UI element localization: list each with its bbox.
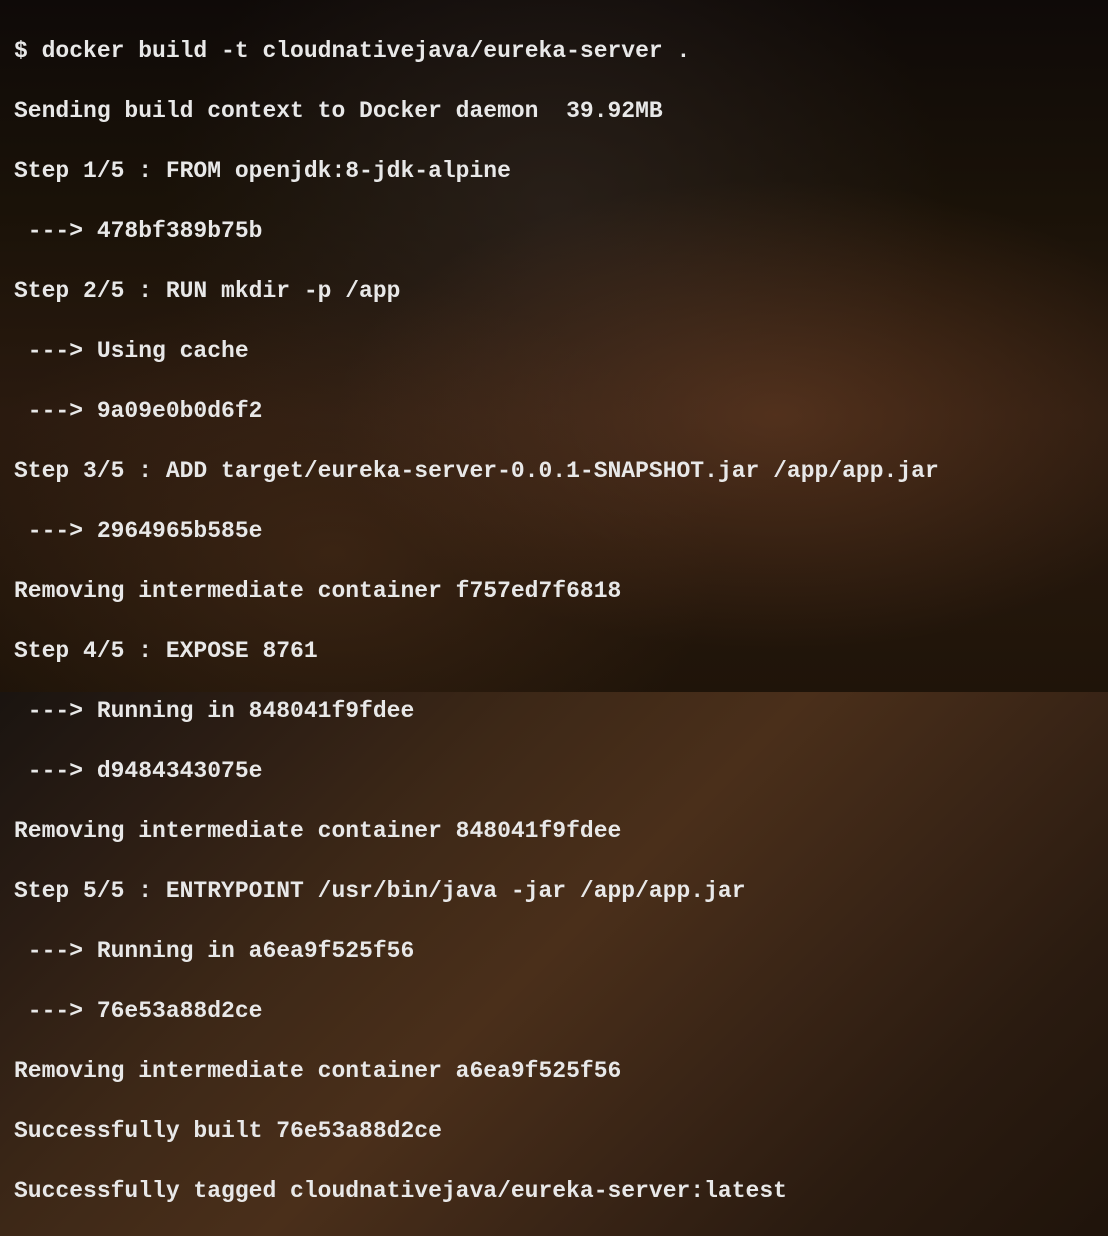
terminal-output: $ docker build -t cloudnativejava/eureka… — [14, 6, 1094, 1236]
output-line: Step 1/5 : FROM openjdk:8-jdk-alpine — [14, 156, 1094, 186]
output-line: Removing intermediate container a6ea9f52… — [14, 1056, 1094, 1086]
output-line: Step 3/5 : ADD target/eureka-server-0.0.… — [14, 456, 1094, 486]
output-line: ---> 478bf389b75b — [14, 216, 1094, 246]
command-line[interactable]: $ docker build -t cloudnativejava/eureka… — [14, 36, 1094, 66]
output-line: ---> 2964965b585e — [14, 516, 1094, 546]
output-line: ---> 9a09e0b0d6f2 — [14, 396, 1094, 426]
output-line: ---> Running in 848041f9fdee — [14, 696, 1094, 726]
command-text: docker build -t cloudnativejava/eureka-s… — [42, 38, 691, 64]
output-line: Step 5/5 : ENTRYPOINT /usr/bin/java -jar… — [14, 876, 1094, 906]
output-line: Removing intermediate container f757ed7f… — [14, 576, 1094, 606]
output-line: Step 4/5 : EXPOSE 8761 — [14, 636, 1094, 666]
output-line: Removing intermediate container 848041f9… — [14, 816, 1094, 846]
output-line: ---> Using cache — [14, 336, 1094, 366]
output-line: Successfully tagged cloudnativejava/eure… — [14, 1176, 1094, 1206]
output-line: ---> 76e53a88d2ce — [14, 996, 1094, 1026]
output-line: ---> d9484343075e — [14, 756, 1094, 786]
output-line: Sending build context to Docker daemon 3… — [14, 96, 1094, 126]
output-line: ---> Running in a6ea9f525f56 — [14, 936, 1094, 966]
output-line: Step 2/5 : RUN mkdir -p /app — [14, 276, 1094, 306]
output-line: Successfully built 76e53a88d2ce — [14, 1116, 1094, 1146]
prompt: $ — [14, 38, 42, 64]
